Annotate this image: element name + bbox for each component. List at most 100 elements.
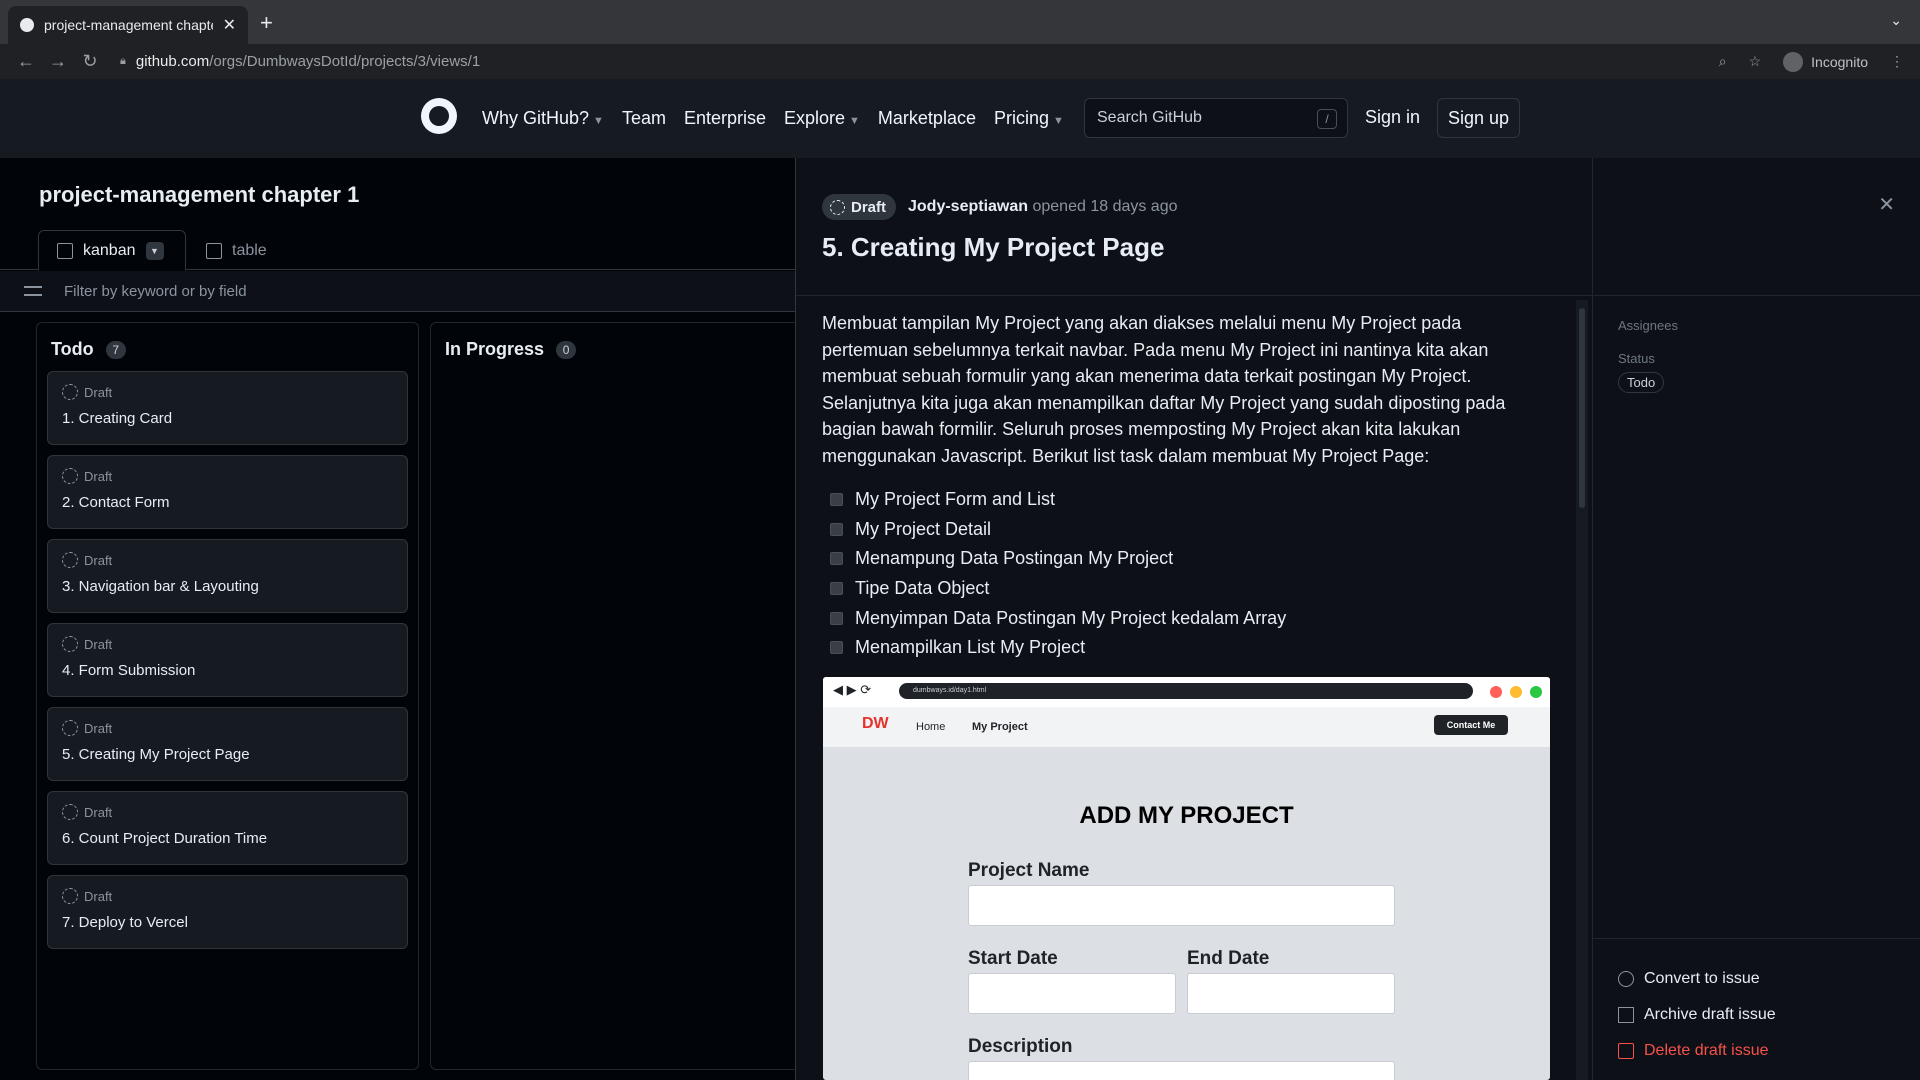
screenshot-nav-arrows-icon: ◀ ▶ ⟳	[833, 682, 872, 697]
task-checkbox[interactable]	[830, 522, 843, 536]
task-checkbox[interactable]	[830, 641, 843, 655]
screenshot-browser-bar: ◀ ▶ ⟳ dumbways.id/day1.html	[823, 677, 1550, 707]
task-checkbox[interactable]	[830, 611, 843, 625]
column-count: 7	[105, 340, 126, 359]
bookmark-star-icon[interactable]: ☆	[1749, 53, 1762, 70]
card-status: Draft	[62, 636, 393, 652]
delete-draft-button[interactable]: Delete draft issue	[1592, 1033, 1920, 1069]
draft-icon	[62, 804, 78, 820]
reload-icon[interactable]: ↻	[74, 51, 106, 72]
board-card[interactable]: Draft 2. Contact Form	[47, 455, 408, 529]
sign-in-link[interactable]: Sign in	[1365, 107, 1420, 128]
card-title[interactable]: 3. Navigation bar & Layouting	[62, 578, 393, 595]
nav-enterprise[interactable]: Enterprise	[684, 108, 766, 129]
incognito-indicator[interactable]: Incognito	[1783, 51, 1868, 72]
view-tabs: kanban ▼ table	[0, 230, 795, 271]
chevron-down-icon: ▼	[849, 115, 860, 127]
convert-to-issue-button[interactable]: Convert to issue	[1592, 961, 1920, 997]
back-icon[interactable]: ←	[10, 51, 42, 72]
board-card[interactable]: Draft 4. Form Submission	[47, 623, 408, 697]
task-checkbox[interactable]	[830, 493, 843, 507]
card-status: Draft	[62, 552, 393, 568]
card-status-label: Draft	[84, 888, 113, 904]
chevron-down-icon: ▼	[1053, 115, 1064, 127]
task-checkbox[interactable]	[830, 552, 843, 566]
screenshot-end-date-field	[1187, 973, 1395, 1014]
task-item: Menampilkan List My Project	[830, 633, 1286, 663]
status-value[interactable]: Todo	[1618, 372, 1665, 393]
scrollbar-thumb[interactable]	[1579, 308, 1585, 508]
issue-panel: Draft Jody-septiawan opened 18 days ago …	[795, 158, 1920, 1080]
card-status-label: Draft	[84, 804, 113, 820]
card-title[interactable]: 2. Contact Form	[62, 494, 393, 511]
board-icon	[57, 242, 73, 259]
nav-pricing[interactable]: Pricing ▼	[994, 108, 1064, 129]
search-input[interactable]: Search GitHub /	[1084, 98, 1348, 138]
card-status-label: Draft	[84, 552, 113, 568]
board-card[interactable]: Draft 3. Navigation bar & Layouting	[47, 539, 408, 613]
issue-title: 5. Creating My Project Page	[822, 232, 1165, 262]
screenshot-project-name-label: Project Name	[968, 860, 1090, 881]
issue-fields: Assignees Status Todo	[1618, 318, 1678, 393]
board-card[interactable]: Draft 1. Creating Card	[47, 371, 408, 445]
assignees-label[interactable]: Assignees	[1618, 318, 1678, 333]
lock-icon: 🔒︎	[120, 55, 126, 67]
screenshot-description-field	[968, 1061, 1395, 1080]
sign-up-button[interactable]: Sign up	[1437, 98, 1521, 138]
forward-icon[interactable]: →	[42, 51, 74, 72]
nav-label: Explore	[784, 108, 846, 128]
nav-team[interactable]: Team	[622, 108, 666, 129]
issue-body: Membuat tampilan My Project yang akan di…	[822, 313, 1506, 466]
draft-icon	[62, 384, 78, 400]
board-card[interactable]: Draft 6. Count Project Duration Time	[47, 791, 408, 865]
incognito-icon	[1783, 51, 1804, 72]
browser-tab[interactable]: project-management chapter 1 ✕	[8, 6, 248, 44]
card-title[interactable]: 1. Creating Card	[62, 410, 393, 427]
task-checkbox[interactable]	[830, 582, 843, 596]
filter-icon	[24, 286, 42, 296]
nav-explore[interactable]: Explore ▼	[784, 108, 860, 129]
screenshot-url: dumbways.id/day1.html	[899, 683, 1473, 699]
screenshot-start-date-field	[968, 973, 1176, 1014]
tab-kanban[interactable]: kanban ▼	[38, 230, 186, 271]
archive-draft-button[interactable]: Archive draft issue	[1592, 997, 1920, 1033]
github-logo-icon[interactable]	[421, 98, 457, 134]
column-title: In Progress	[445, 339, 545, 359]
nav-marketplace[interactable]: Marketplace	[878, 108, 976, 129]
task-item: My Project Form and List	[830, 485, 1286, 515]
filter-input[interactable]: Filter by keyword or by field	[0, 271, 795, 312]
draft-icon	[62, 720, 78, 736]
draft-icon	[830, 199, 845, 215]
nav-why-github[interactable]: Why GitHub? ▼	[482, 108, 604, 129]
screenshot-project-link: My Project	[972, 721, 1028, 733]
window-minimize-dot-icon	[1510, 686, 1522, 698]
card-title[interactable]: 6. Count Project Duration Time	[62, 830, 393, 847]
card-status: Draft	[62, 720, 393, 736]
archive-icon	[1618, 1007, 1634, 1023]
screenshot-start-date-label: Start Date	[968, 948, 1058, 969]
card-title[interactable]: 5. Creating My Project Page	[62, 746, 393, 763]
card-status: Draft	[62, 384, 393, 400]
url-field[interactable]: 🔒︎ github.com/orgs/DumbwaysDotId/project…	[110, 47, 1800, 76]
board-card[interactable]: Draft 5. Creating My Project Page	[47, 707, 408, 781]
close-tab-icon[interactable]: ✕	[223, 15, 236, 35]
tab-title: project-management chapter 1	[44, 17, 213, 33]
tab-table[interactable]: table	[188, 230, 285, 271]
card-title[interactable]: 7. Deploy to Vercel	[62, 914, 393, 931]
new-tab-icon[interactable]: +	[260, 10, 273, 36]
browser-menu-icon[interactable]: ⋮	[1890, 53, 1904, 70]
column-in-progress: In Progress 0	[430, 322, 800, 1070]
github-header: Why GitHub? ▼ Team Enterprise Explore ▼ Ma…	[0, 79, 1920, 158]
tab-search-icon[interactable]: ⌄	[1890, 12, 1902, 29]
zoom-icon[interactable]: ⌕	[1719, 53, 1727, 70]
nav-label: Why GitHub?	[482, 108, 590, 128]
action-label: Convert to issue	[1644, 970, 1760, 987]
github-favicon-icon	[20, 18, 34, 32]
table-icon	[206, 242, 222, 259]
card-title[interactable]: 4. Form Submission	[62, 662, 393, 679]
author-link[interactable]: Jody-septiawan	[908, 198, 1028, 215]
view-options-dropdown[interactable]: ▼	[145, 241, 164, 260]
status-label[interactable]: Status	[1618, 351, 1678, 366]
task-label: Menampilkan List My Project	[855, 637, 1086, 658]
board-card[interactable]: Draft 7. Deploy to Vercel	[47, 875, 408, 949]
